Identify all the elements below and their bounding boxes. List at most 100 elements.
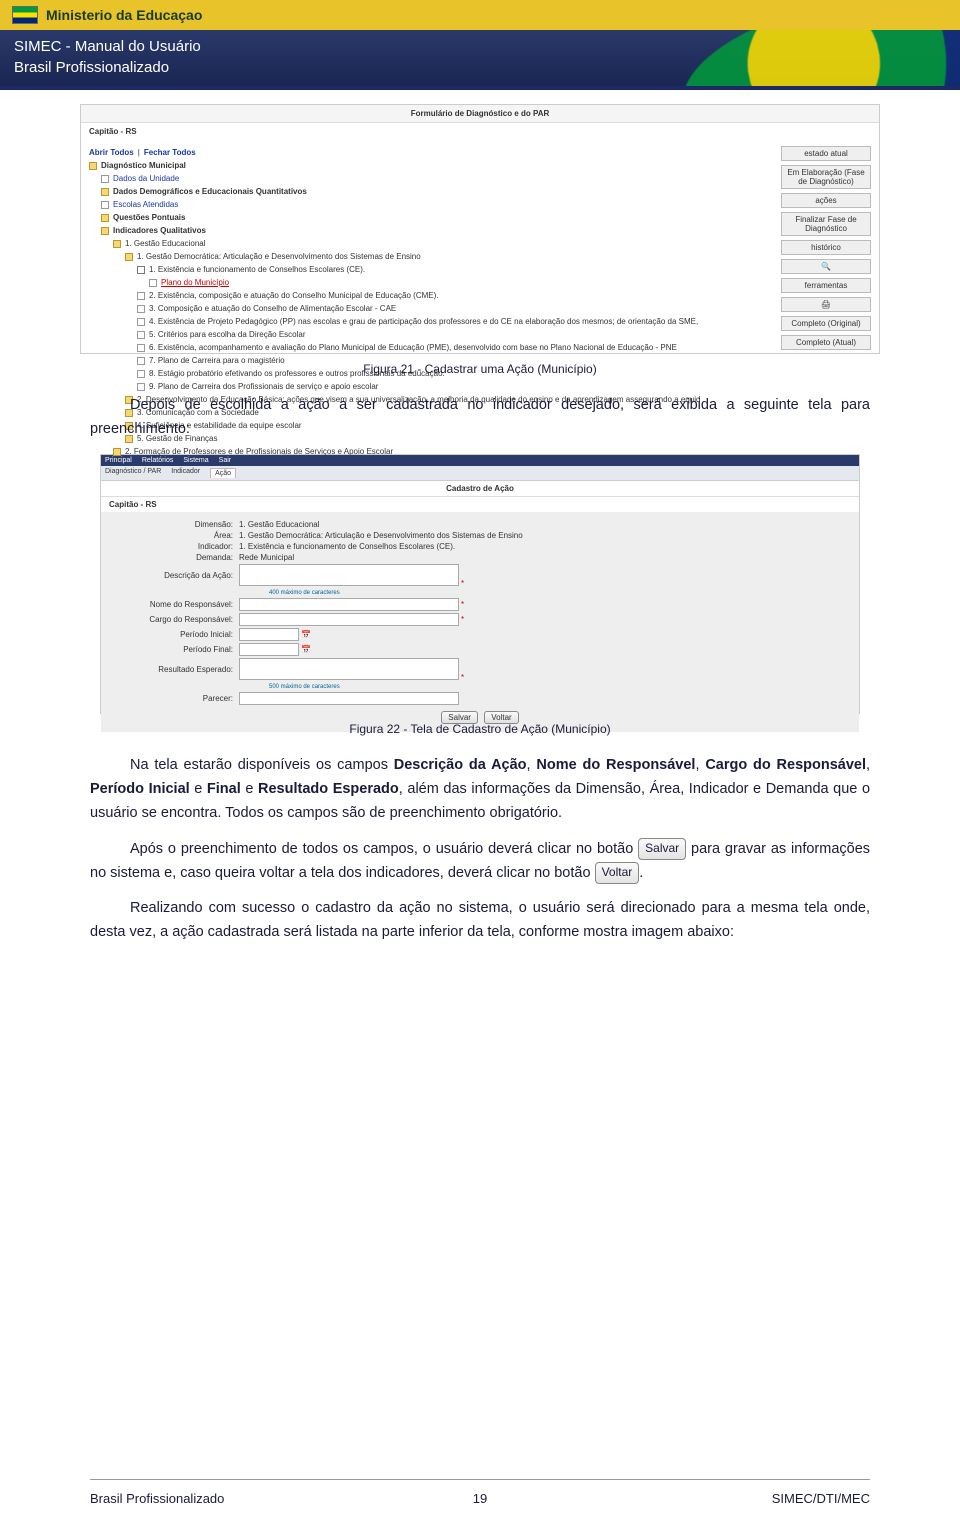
tab-diagnostico[interactable]: Diagnóstico / PAR [105,468,161,478]
historico-title: histórico [781,240,871,255]
page-icon [137,370,145,378]
input-pini[interactable] [239,628,299,641]
nav-sair[interactable]: Sair [219,457,231,464]
acao-finalizar[interactable]: Finalizar Fase de Diagnóstico [781,212,871,236]
header-divider [0,86,960,90]
tree-pt[interactable]: 7. Plano de Carreira para o magistério [149,354,285,367]
tool-completo-original[interactable]: Completo (Original) [781,316,871,331]
calendar-icon[interactable]: 📅 [301,630,311,639]
page-icon [101,201,109,209]
val-area: 1. Gestão Democrática: Articulação e Des… [239,531,851,540]
tree-item[interactable]: Dados da Unidade [113,172,179,185]
footer-divider [90,1479,870,1480]
page-icon [137,305,145,313]
voltar-button-inline[interactable]: Voltar [595,862,640,884]
acoes-title: ações [781,193,871,208]
estado-value: Em Elaboração (Fase de Diagnóstico) [781,165,871,189]
fig2-region: Capitão - RS [101,497,859,512]
tree-pt[interactable]: 6. Existência, acompanhamento e avaliaçã… [149,341,677,354]
input-parecer[interactable] [239,692,459,705]
tree-item[interactable]: Escolas Atendidas [113,198,178,211]
tree-pt[interactable]: 5. Critérios para escolha da Direção Esc… [149,328,306,341]
fechar-todos-link[interactable]: Fechar Todos [144,148,196,157]
ferramentas-title: ferramentas [781,278,871,293]
folder-icon [101,214,109,222]
page-icon [137,344,145,352]
tree-dim1[interactable]: 1. Gestão Educacional [125,237,206,250]
lbl-area: Área: [109,531,239,540]
nav-sistema[interactable]: Sistema [183,457,208,464]
tree-item[interactable]: Questões Pontuais [113,211,185,224]
tab-acao[interactable]: Ação [210,468,236,478]
lbl-dimensao: Dimensão: [109,520,239,529]
lbl-demanda: Demanda: [109,553,239,562]
tree-pt[interactable]: 2. Existência, composição e atuação do C… [149,289,439,302]
paragraph-2: Na tela estarão disponíveis os campos De… [90,754,870,826]
calendar-icon[interactable]: 📅 [301,645,311,654]
fig1-region: Capitão - RS [81,123,879,140]
tree-sub1[interactable]: 1. Gestão Democrática: Articulação e Des… [137,250,421,263]
folder-icon [125,253,133,261]
plano-municipio-link[interactable]: Plano do Município [161,276,229,289]
input-pfim[interactable] [239,643,299,656]
hint-400: 400 máximo de caracteres [269,590,851,596]
tree-item[interactable]: Indicadores Qualitativos [113,224,206,237]
lbl-pini: Período Inicial: [109,630,239,639]
page-icon [137,318,145,326]
print-icon[interactable]: 🖨 [781,297,871,312]
abrir-todos-link[interactable]: Abrir Todos [89,148,134,157]
figure-22-screenshot: Principal Relatórios Sistema Sair Diagnó… [100,454,860,714]
page-icon [137,383,145,391]
paragraph-3: Após o preenchimento de todos os campos,… [90,838,870,886]
fig1-title: Formulário de Diagnóstico e do PAR [81,105,879,123]
nav-principal[interactable]: Principal [105,457,132,464]
tree-root[interactable]: Diagnóstico Municipal [101,159,186,172]
fig2-subtitle: Cadastro de Ação [101,481,859,497]
ministry-bar: Ministerio da Educaçao [0,0,960,30]
page-footer: Brasil Profissionalizado 19 SIMEC/DTI/ME… [0,1491,960,1506]
lbl-parecer: Parecer: [109,694,239,703]
lbl-descacao: Descrição da Ação: [109,571,239,580]
tab-indicador[interactable]: Indicador [171,468,200,478]
figure-22-caption: Figura 22 - Tela de Cadastro de Ação (Mu… [0,722,960,736]
figure-21-screenshot: Formulário de Diagnóstico e do PAR Capit… [80,104,880,354]
checkbox-icon[interactable] [137,266,145,274]
input-result[interactable] [239,658,459,680]
historico-icon[interactable]: 🔍 [781,259,871,274]
val-dimensao: 1. Gestão Educacional [239,520,851,529]
lbl-indicador: Indicador: [109,542,239,551]
lbl-pfim: Período Final: [109,645,239,654]
tree-pt[interactable]: 1. Existência e funcionamento de Conselh… [149,263,365,276]
folder-icon [89,162,97,170]
val-demanda: Rede Municipal [239,553,851,562]
folder-icon [113,448,121,456]
val-indicador: 1. Existência e funcionamento de Conselh… [239,542,851,551]
tree-pt[interactable]: 4. Existência de Projeto Pedagógico (PP)… [149,315,698,328]
paragraph-4: Realizando com sucesso o cadastro da açã… [90,897,870,945]
page-icon [101,175,109,183]
lbl-result: Resultado Esperado: [109,665,239,674]
tree-pt[interactable]: 3. Composição e atuação do Conselho de A… [149,302,396,315]
lbl-cargoresp: Cargo do Responsável: [109,615,239,624]
brazil-flag-icon [12,6,38,24]
nav-relatorios[interactable]: Relatórios [142,457,174,464]
hint-500: 500 máximo de caracteres [269,684,851,690]
fig2-tabs: Diagnóstico / PAR Indicador Ação [101,466,859,481]
footer-page-number: 19 [0,1491,960,1506]
folder-icon [101,188,109,196]
salvar-button-inline[interactable]: Salvar [638,838,686,860]
input-descacao[interactable] [239,564,459,586]
input-nomeresp[interactable] [239,598,459,611]
page-icon [149,279,157,287]
tree-pt[interactable]: 9. Plano de Carreira dos Profissionais d… [149,380,378,393]
input-cargoresp[interactable] [239,613,459,626]
ministry-title: Ministerio da Educaçao [46,7,202,23]
page-icon [137,331,145,339]
ribbon-graphic [680,30,960,86]
tree-item[interactable]: Dados Demográficos e Educacionais Quanti… [113,185,307,198]
estado-title: estado atual [781,146,871,161]
page-header: Ministerio da Educaçao SIMEC - Manual do… [0,0,960,90]
folder-icon [113,240,121,248]
fig2-form: Dimensão:1. Gestão Educacional Área:1. G… [101,512,859,732]
tool-completo-atual[interactable]: Completo (Atual) [781,335,871,350]
